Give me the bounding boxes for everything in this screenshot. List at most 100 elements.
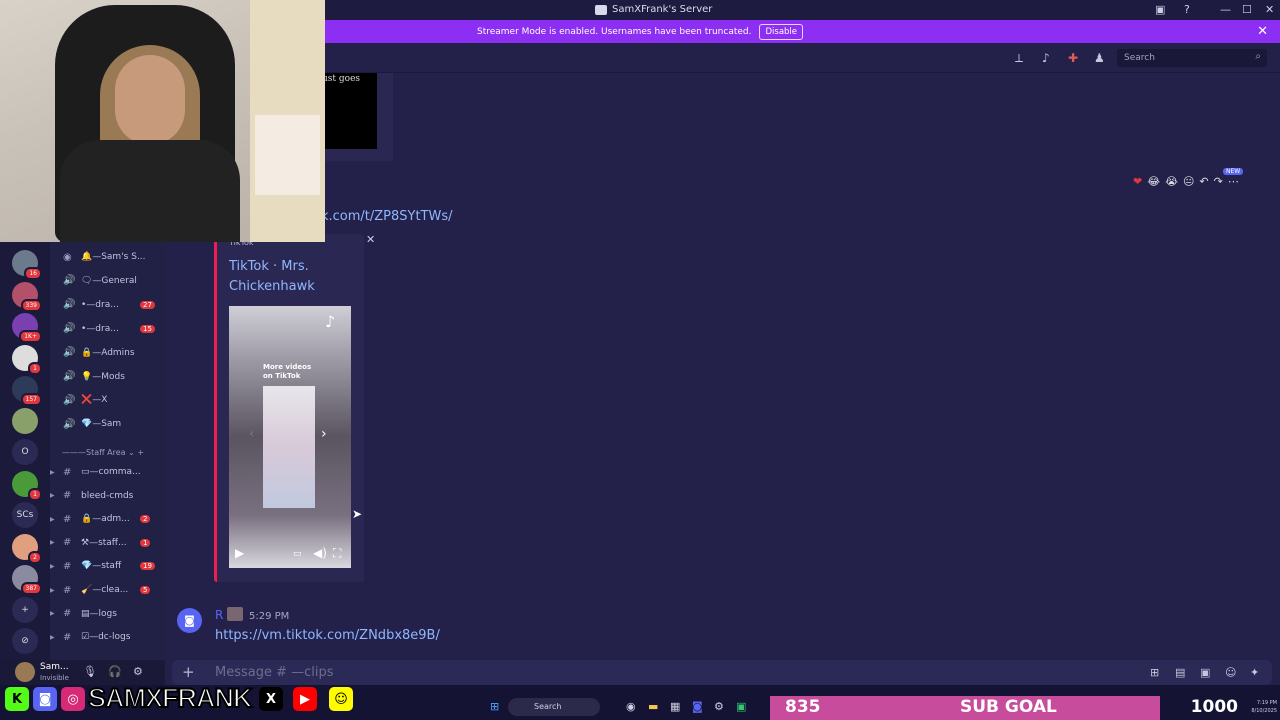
sticker-icon[interactable]: ▣	[1200, 666, 1210, 679]
speaker-icon: 🔊	[63, 394, 76, 406]
sub-count: 835	[785, 697, 821, 717]
voice-channel[interactable]: 🔊 •—dra... 27	[50, 295, 165, 315]
voice-channel[interactable]: ◉ 🔔—Sam's S...	[50, 247, 165, 267]
cry-reaction-icon[interactable]: 😭	[1165, 175, 1178, 188]
voice-channel[interactable]: 🔊 ❌—X	[50, 390, 165, 410]
video-thumbnail	[263, 386, 315, 508]
more-options-icon[interactable]: ⋯	[1228, 175, 1239, 188]
discord-avatar-icon[interactable]: ◙	[177, 608, 202, 633]
inbox-icon[interactable]: ▣	[1155, 3, 1165, 16]
server-icon[interactable]: 16	[12, 250, 42, 280]
embed-title[interactable]: TikTok · Mrs. Chickenhawk	[229, 257, 349, 297]
speaker-icon: 🔊	[63, 275, 76, 287]
category-header[interactable]: ———Staff Area ⌄ +	[62, 448, 162, 457]
expand-arrow-icon[interactable]: ▶	[50, 492, 55, 499]
close-banner-icon[interactable]: ✕	[1257, 24, 1268, 39]
expand-arrow-icon[interactable]: ▶	[50, 563, 55, 570]
maximize-button[interactable]: ☐	[1242, 3, 1252, 16]
sub-goal-target: 1000	[1190, 697, 1238, 717]
discover-icon[interactable]: ⊘	[12, 628, 38, 654]
voice-channel[interactable]: 🔊 🔒—Admins	[50, 343, 165, 363]
message-link-2[interactable]: https://vm.tiktok.com/ZNdbx8e9B/	[215, 628, 440, 643]
voice-channel[interactable]: 🔊 🗨—General	[50, 271, 165, 291]
activity-icon[interactable]: ✦	[1250, 666, 1259, 679]
gif-icon[interactable]: ▤	[1175, 666, 1185, 679]
chrome-icon[interactable]: ◉	[626, 700, 636, 713]
embed-close-icon[interactable]: ✕	[366, 233, 375, 246]
windows-start-icon[interactable]: ⊞	[490, 700, 499, 713]
app-taskbar-icon[interactable]: ▣	[736, 700, 746, 713]
server-icon[interactable]: 1	[12, 344, 42, 375]
text-channel[interactable]: ▶ # ⚒—staff... 1	[50, 533, 165, 553]
add-server-icon[interactable]: +	[12, 596, 38, 623]
text-channel[interactable]: ▶ # 🧹—clea... 5	[50, 580, 165, 600]
add-reaction-icon[interactable]: 😐	[1183, 175, 1194, 188]
server-icon[interactable]: 2	[12, 533, 42, 564]
server-icon[interactable]: SCs	[12, 502, 38, 528]
settings-gear-icon[interactable]: ⚙	[133, 665, 143, 678]
captions-icon[interactable]: ▭	[293, 549, 302, 559]
kick-icon: K	[5, 687, 29, 711]
notifications-icon[interactable]: ♪	[1042, 51, 1050, 65]
settings-taskbar-icon[interactable]: ⚙	[714, 700, 724, 713]
voice-channel[interactable]: 🔊 💎—Sam	[50, 414, 165, 434]
text-channel[interactable]: ▶ # ▤—logs	[50, 604, 165, 624]
add-channel-icon[interactable]: +	[137, 448, 144, 457]
voice-channel[interactable]: 🔊 💡—Mods	[50, 367, 165, 387]
chat-message: ◙ R 5:29 PM https://vm.tiktok.com/ZNdbx8…	[177, 605, 577, 655]
prev-video-icon[interactable]: ‹	[249, 426, 255, 442]
play-icon[interactable]: ▶	[235, 546, 244, 560]
expand-arrow-icon[interactable]: ▶	[50, 587, 55, 594]
server-icon[interactable]: 1K+	[12, 313, 42, 343]
minimize-button[interactable]: —	[1220, 3, 1231, 16]
next-video-icon[interactable]: ›	[321, 426, 327, 442]
server-icon[interactable]: 1	[12, 470, 42, 501]
expand-arrow-icon[interactable]: ▶	[50, 539, 55, 546]
heart-reaction-icon[interactable]: ❤	[1133, 175, 1142, 188]
search-input[interactable]: Search ⌕	[1117, 49, 1267, 67]
expand-arrow-icon[interactable]: ▶	[50, 516, 55, 523]
message-link[interactable]: ok.com/t/ZP8SYtTWs/	[313, 209, 453, 224]
help-icon[interactable]: ?	[1184, 3, 1190, 16]
server-icon[interactable]: 339	[12, 281, 42, 312]
expand-arrow-icon[interactable]: ▶	[50, 469, 55, 476]
text-channel[interactable]: ▶ # bleed-cmds	[50, 486, 165, 506]
channel-badge: 15	[140, 324, 155, 333]
text-channel[interactable]: ▶ # 🔒—adm... 2	[50, 509, 165, 529]
disable-streamer-button[interactable]: Disable	[759, 23, 804, 40]
clock-date: 8/10/2025	[1251, 708, 1277, 714]
server-icon[interactable]: 387	[12, 565, 42, 595]
message-author[interactable]: R	[215, 608, 223, 622]
taskbar-search[interactable]: Search	[508, 698, 600, 716]
text-channel[interactable]: ▶ # ☑—dc-logs	[50, 627, 165, 647]
folder-icon[interactable]: ▬	[648, 700, 658, 713]
emoji-icon[interactable]: ☺	[1225, 666, 1236, 679]
forward-icon[interactable]: ↷	[1214, 175, 1223, 188]
message-composer[interactable]: + Message # —clips ⊞ ▤ ▣ ☺ ✦	[172, 660, 1272, 685]
attach-plus-icon[interactable]: +	[182, 663, 195, 681]
member-list-icon[interactable]: ♟	[1094, 51, 1105, 65]
store-icon[interactable]: ▦	[670, 700, 680, 713]
voice-channel[interactable]: 🔊 •—dra... 15	[50, 319, 165, 339]
threads-icon[interactable]: ⟂	[1015, 51, 1023, 66]
embed-video[interactable]: ♪ More videos on TikTok ‹ › ▶ ▭ ◀) ⛶	[229, 306, 351, 568]
laugh-reaction-icon[interactable]: 😂	[1147, 175, 1160, 188]
pinned-icon[interactable]: ✚	[1068, 51, 1078, 65]
reply-icon[interactable]: ↶	[1199, 175, 1208, 188]
tiktok-embed: TikTok TikTok · Mrs. Chickenhawk ♪ More …	[214, 234, 364, 582]
microphone-icon[interactable]: 🎙	[83, 665, 97, 678]
avatar[interactable]	[15, 662, 35, 682]
server-icon[interactable]: 157	[12, 376, 42, 406]
gift-icon[interactable]: ⊞	[1150, 666, 1159, 679]
server-icon[interactable]: O	[12, 439, 38, 465]
discord-taskbar-icon[interactable]: ◙	[692, 700, 703, 713]
text-channel[interactable]: ▶ # 💎—staff 19	[50, 556, 165, 576]
close-window-button[interactable]: ✕	[1265, 3, 1274, 16]
fullscreen-icon[interactable]: ⛶	[333, 546, 341, 561]
expand-arrow-icon[interactable]: ▶	[50, 610, 55, 617]
text-channel[interactable]: ▶ # ▭—comma...	[50, 462, 165, 482]
headphones-icon[interactable]: 🎧	[108, 665, 122, 678]
server-icon[interactable]	[12, 407, 38, 434]
volume-icon[interactable]: ◀)	[313, 546, 327, 560]
expand-arrow-icon[interactable]: ▶	[50, 634, 55, 641]
